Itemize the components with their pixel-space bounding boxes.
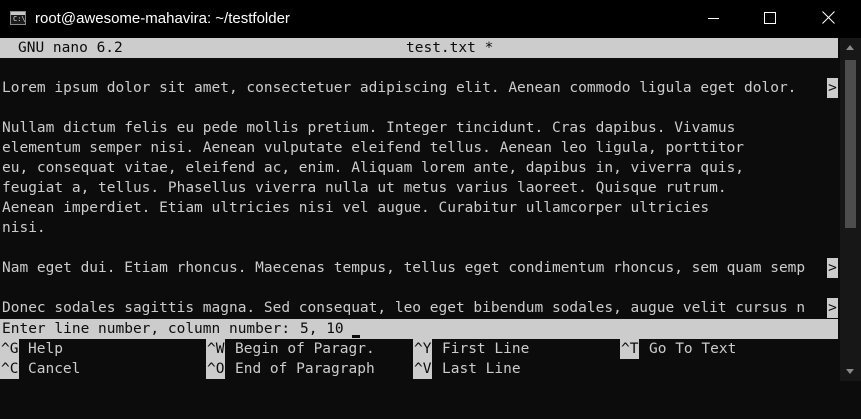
nano-header: GNU nano 6.2 test.txt * bbox=[0, 38, 838, 58]
shortcut-key-first-line[interactable]: ^Y bbox=[413, 339, 433, 359]
editor-line: Aenean imperdiet. Etiam ultricies nisi v… bbox=[2, 200, 710, 216]
editor-line: Donec sodales sagittis magna. Sed conseq… bbox=[2, 300, 806, 316]
shortcut-key-go-to-text[interactable]: ^T bbox=[620, 339, 640, 359]
minimize-button[interactable] bbox=[690, 0, 736, 38]
shortcut-key-begin-paragraph[interactable]: ^W bbox=[206, 339, 226, 359]
shortcut-label-last-line[interactable]: Last Line bbox=[442, 359, 521, 379]
shortcut-label-go-to-text[interactable]: Go To Text bbox=[649, 339, 736, 359]
line-overflow-marker: > bbox=[827, 258, 838, 278]
maximize-icon bbox=[764, 12, 776, 24]
shortcut-label-cancel[interactable]: Cancel bbox=[28, 359, 80, 379]
line-overflow-marker: > bbox=[827, 78, 838, 98]
editor-line: feugiat a, tellus. Phasellus viverra nul… bbox=[2, 180, 727, 196]
terminal-icon: C:\ bbox=[10, 11, 26, 25]
scrollbar-thumb[interactable] bbox=[845, 60, 856, 228]
minimize-icon bbox=[708, 18, 719, 19]
maximize-button[interactable] bbox=[746, 0, 792, 38]
title-bar[interactable]: C:\ root@awesome-mahavira: ~/testfolder bbox=[0, 0, 861, 38]
shortcut-label-first-line[interactable]: First Line bbox=[442, 339, 529, 359]
line-overflow-marker: > bbox=[827, 298, 838, 318]
nano-version: GNU nano 6.2 bbox=[18, 40, 123, 56]
prompt-label: Enter line number, column number: bbox=[2, 321, 291, 337]
goto-line-prompt: Enter line number, column number: 5, 10 bbox=[0, 319, 838, 339]
editor-line: elementum semper nisi. Aenean vulputate … bbox=[2, 140, 745, 156]
scroll-up-arrow-icon[interactable] bbox=[846, 45, 854, 50]
editor-line: nisi. bbox=[2, 220, 46, 236]
shortcut-key-end-paragraph[interactable]: ^O bbox=[206, 359, 226, 379]
shortcut-key-cancel[interactable]: ^C bbox=[0, 359, 20, 379]
text-cursor bbox=[352, 335, 360, 338]
file-name: test.txt * bbox=[406, 40, 494, 56]
editor-line: Lorem ipsum dolor sit amet, consectetuer… bbox=[2, 80, 797, 96]
line-column-input[interactable]: 5, 10 bbox=[300, 319, 344, 339]
close-button[interactable] bbox=[805, 0, 851, 38]
scroll-down-arrow-icon[interactable] bbox=[846, 369, 854, 374]
shortcut-label-end-paragraph[interactable]: End of Paragraph bbox=[235, 359, 375, 379]
shortcut-key-help[interactable]: ^G bbox=[0, 339, 20, 359]
editor-line: Nam eget dui. Etiam rhoncus. Maecenas te… bbox=[2, 260, 806, 276]
shortcut-label-begin-paragraph[interactable]: Begin of Paragr. bbox=[235, 339, 375, 359]
terminal-window: C:\ root@awesome-mahavira: ~/testfolder … bbox=[0, 0, 861, 381]
editor-line: Nullam dictum felis eu pede mollis preti… bbox=[2, 120, 736, 136]
shortcut-key-last-line[interactable]: ^V bbox=[413, 359, 433, 379]
editor-line: eu, consequat vitae, eleifend ac, enim. … bbox=[2, 160, 745, 176]
close-icon bbox=[822, 11, 835, 24]
vertical-scrollbar[interactable] bbox=[840, 38, 861, 381]
window-title: root@awesome-mahavira: ~/testfolder bbox=[35, 10, 290, 27]
shortcut-label-help[interactable]: Help bbox=[28, 339, 63, 359]
